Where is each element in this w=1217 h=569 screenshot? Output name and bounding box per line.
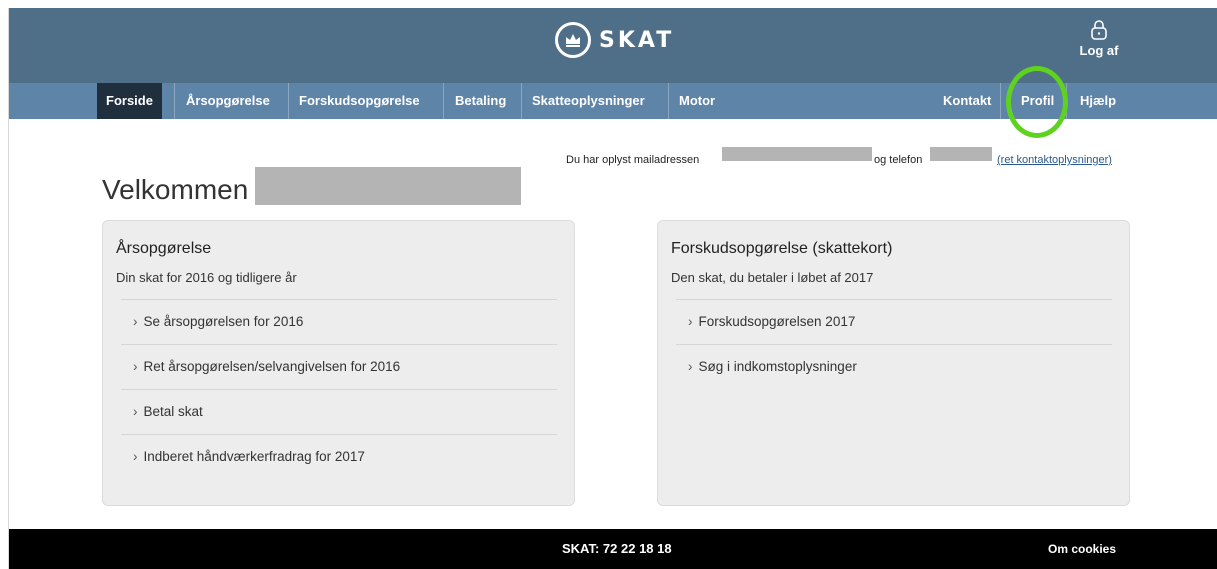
- divider: [676, 344, 1112, 345]
- nav-divider: [174, 83, 175, 119]
- nav-divider: [1066, 83, 1067, 119]
- link-label: Indberet håndværkerfradrag for 2017: [143, 449, 365, 464]
- nav-item-arsopgorelse[interactable]: Årsopgørelse: [177, 83, 279, 119]
- contact-phone-label: og telefon: [874, 154, 923, 166]
- link-se-arsopgorelsen[interactable]: › Se årsopgørelsen for 2016: [133, 314, 303, 329]
- skat-logo[interactable]: SKAT: [555, 22, 674, 58]
- redacted-name: [255, 167, 521, 205]
- nav-divider: [521, 83, 522, 119]
- chevron-right-icon: ›: [688, 314, 693, 329]
- card-arsopgorelse: Årsopgørelse Din skat for 2016 og tidlig…: [102, 220, 575, 506]
- link-ret-arsopgorelsen[interactable]: › Ret årsopgørelsen/selvangivelsen for 20…: [133, 359, 400, 374]
- edit-contact-link[interactable]: (ret kontaktoplysninger): [997, 154, 1112, 166]
- link-label: Forskudsopgørelsen 2017: [698, 314, 856, 329]
- link-forskudsopgorelsen-2017[interactable]: › Forskudsopgørelsen 2017: [688, 314, 855, 329]
- nav-item-forside[interactable]: Forside: [97, 83, 162, 119]
- link-label: Søg i indkomstoplysninger: [698, 359, 857, 374]
- nav-item-skatteoplysninger[interactable]: Skatteoplysninger: [523, 83, 654, 119]
- lock-icon: [1091, 20, 1107, 40]
- nav-divider: [668, 83, 669, 119]
- nav-item-betaling[interactable]: Betaling: [446, 83, 515, 119]
- chevron-right-icon: ›: [133, 359, 138, 374]
- link-indberet-handvaerkerfradrag[interactable]: › Indberet håndværkerfradrag for 2017: [133, 449, 365, 464]
- card-subtitle: Den skat, du betaler i løbet af 2017: [671, 270, 874, 285]
- divider: [121, 299, 557, 300]
- nav-item-motor[interactable]: Motor: [670, 83, 724, 119]
- chevron-right-icon: ›: [133, 404, 138, 419]
- chevron-right-icon: ›: [688, 359, 693, 374]
- nav-divider: [1000, 83, 1001, 119]
- logout-button[interactable]: Log af: [1069, 20, 1129, 60]
- top-header: SKAT Log af: [9, 8, 1217, 83]
- divider: [121, 344, 557, 345]
- redacted-phone: [930, 147, 992, 161]
- nav-item-hjaelp[interactable]: Hjælp: [1071, 83, 1125, 119]
- chevron-right-icon: ›: [133, 314, 138, 329]
- redacted-email: [722, 147, 872, 161]
- footer-phone: SKAT: 72 22 18 18: [562, 541, 672, 556]
- contact-email-label: Du har oplyst mailadressen: [566, 154, 700, 166]
- card-title: Forskudsopgørelse (skattekort): [671, 240, 893, 257]
- divider: [676, 299, 1112, 300]
- nav-item-forskudsopgorelse[interactable]: Forskudsopgørelse: [290, 83, 429, 119]
- chevron-right-icon: ›: [133, 449, 138, 464]
- crown-icon: [555, 22, 591, 58]
- card-subtitle: Din skat for 2016 og tidligere år: [116, 270, 297, 285]
- divider: [121, 434, 557, 435]
- footer: SKAT: 72 22 18 18 Om cookies: [9, 529, 1217, 569]
- link-label: Betal skat: [143, 404, 203, 419]
- card-title: Årsopgørelse: [116, 240, 212, 257]
- card-forskudsopgorelse: Forskudsopgørelse (skattekort) Den skat,…: [657, 220, 1130, 506]
- nav-divider: [443, 83, 444, 119]
- cookies-link[interactable]: Om cookies: [1048, 529, 1116, 569]
- nav-divider: [288, 83, 289, 119]
- logo-text: SKAT: [599, 27, 675, 53]
- logout-label: Log af: [1079, 43, 1119, 58]
- link-label: Ret årsopgørelsen/selvangivelsen for 201…: [143, 359, 401, 374]
- page: SKAT Log af Forside Årsopgørelse Forskud…: [8, 8, 1217, 569]
- nav-item-kontakt[interactable]: Kontakt: [934, 83, 1000, 119]
- divider: [121, 389, 557, 390]
- main-nav: Forside Årsopgørelse Forskudsopgørelse B…: [9, 83, 1217, 119]
- link-sog-indkomstoplysninger[interactable]: › Søg i indkomstoplysninger: [688, 359, 857, 374]
- link-label: Se årsopgørelsen for 2016: [143, 314, 304, 329]
- link-betal-skat[interactable]: › Betal skat: [133, 404, 203, 419]
- welcome-heading: Velkommen: [102, 174, 249, 205]
- nav-item-profil[interactable]: Profil: [1012, 83, 1063, 119]
